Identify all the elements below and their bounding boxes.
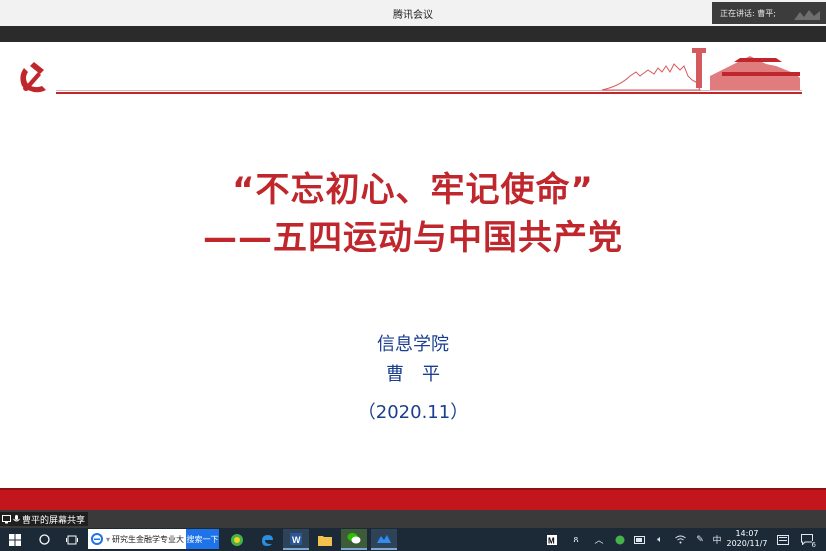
- tray-people-icon[interactable]: ጸ: [568, 529, 584, 550]
- taskbar-app-word-icon[interactable]: W: [283, 529, 309, 550]
- taskbar-app-wechat-icon[interactable]: [341, 529, 367, 550]
- screen-share-label[interactable]: 曹平的屏幕共享: [0, 512, 88, 526]
- tray-keyboard-icon[interactable]: [774, 529, 792, 550]
- ie-logo-icon: [91, 533, 103, 545]
- taskbar-app-edge-icon[interactable]: [254, 529, 280, 550]
- svg-text:M: M: [548, 536, 555, 545]
- tray-pen-icon[interactable]: ✎: [692, 529, 708, 550]
- toolbar-gap: [0, 26, 826, 42]
- tray-wifi-icon[interactable]: [672, 529, 688, 550]
- party-emblem-icon: [20, 62, 46, 93]
- taskbar-clock[interactable]: 14:07 2020/11/7: [722, 528, 772, 551]
- clock-date: 2020/11/7: [726, 539, 768, 548]
- tray-expand-chevron-icon[interactable]: ︿: [592, 529, 606, 550]
- audio-wave-icon: [794, 10, 820, 20]
- slide-title-line2: ——五四运动与中国共产党: [203, 218, 623, 258]
- landmark-silhouette-icon: [601, 48, 800, 91]
- search-query: 研究生金融学专业大: [112, 534, 185, 544]
- tray-battery-icon[interactable]: [632, 529, 648, 550]
- taskbar-app-tencent-meeting-icon[interactable]: [371, 529, 397, 550]
- microphone-icon: [13, 515, 20, 522]
- windows-start-icon[interactable]: [0, 528, 30, 551]
- slide-date: （2020.11）: [357, 402, 469, 423]
- window-titlebar: 腾讯会议: [0, 0, 826, 26]
- slide-college: 信息学院: [377, 334, 449, 355]
- cortana-icon[interactable]: [30, 528, 58, 551]
- search-button[interactable]: 搜索一下: [186, 529, 219, 549]
- header-rule: [56, 92, 802, 94]
- monitor-icon: [2, 515, 11, 524]
- screen-share-text: 曹平的屏幕共享: [22, 516, 86, 526]
- share-bar: [0, 510, 826, 528]
- notification-center-icon[interactable]: 6: [798, 529, 816, 550]
- speaking-label: 正在讲话: 曹平;: [720, 9, 776, 18]
- slide-title-line1: “不忘初心、牢记使命”: [232, 170, 594, 210]
- tray-m-icon[interactable]: M: [544, 529, 560, 550]
- tray-volume-icon[interactable]: 🔈︎: [652, 529, 668, 550]
- task-view-icon[interactable]: [58, 528, 86, 551]
- window-title: 腾讯会议: [393, 10, 433, 21]
- tray-app-icon[interactable]: [612, 529, 628, 550]
- dropdown-chevron-icon: ▾: [106, 534, 111, 544]
- shared-slide: “不忘初心、牢记使命” ——五四运动与中国共产党 信息学院 曹 平 （2020.…: [0, 42, 826, 510]
- footer-band: [0, 490, 826, 510]
- taskbar-app-360-icon[interactable]: [224, 529, 250, 550]
- slide-presenter-name: 曹 平: [386, 364, 440, 385]
- notification-count: 6: [811, 541, 816, 549]
- speaking-indicator: 正在讲话: 曹平;: [712, 2, 826, 24]
- clock-time: 14:07: [735, 529, 759, 538]
- svg-text:W: W: [292, 535, 301, 545]
- taskbar-app-explorer-icon[interactable]: [312, 529, 338, 550]
- browser-search-input[interactable]: ▾ 研究生金融学专业大: [88, 529, 186, 549]
